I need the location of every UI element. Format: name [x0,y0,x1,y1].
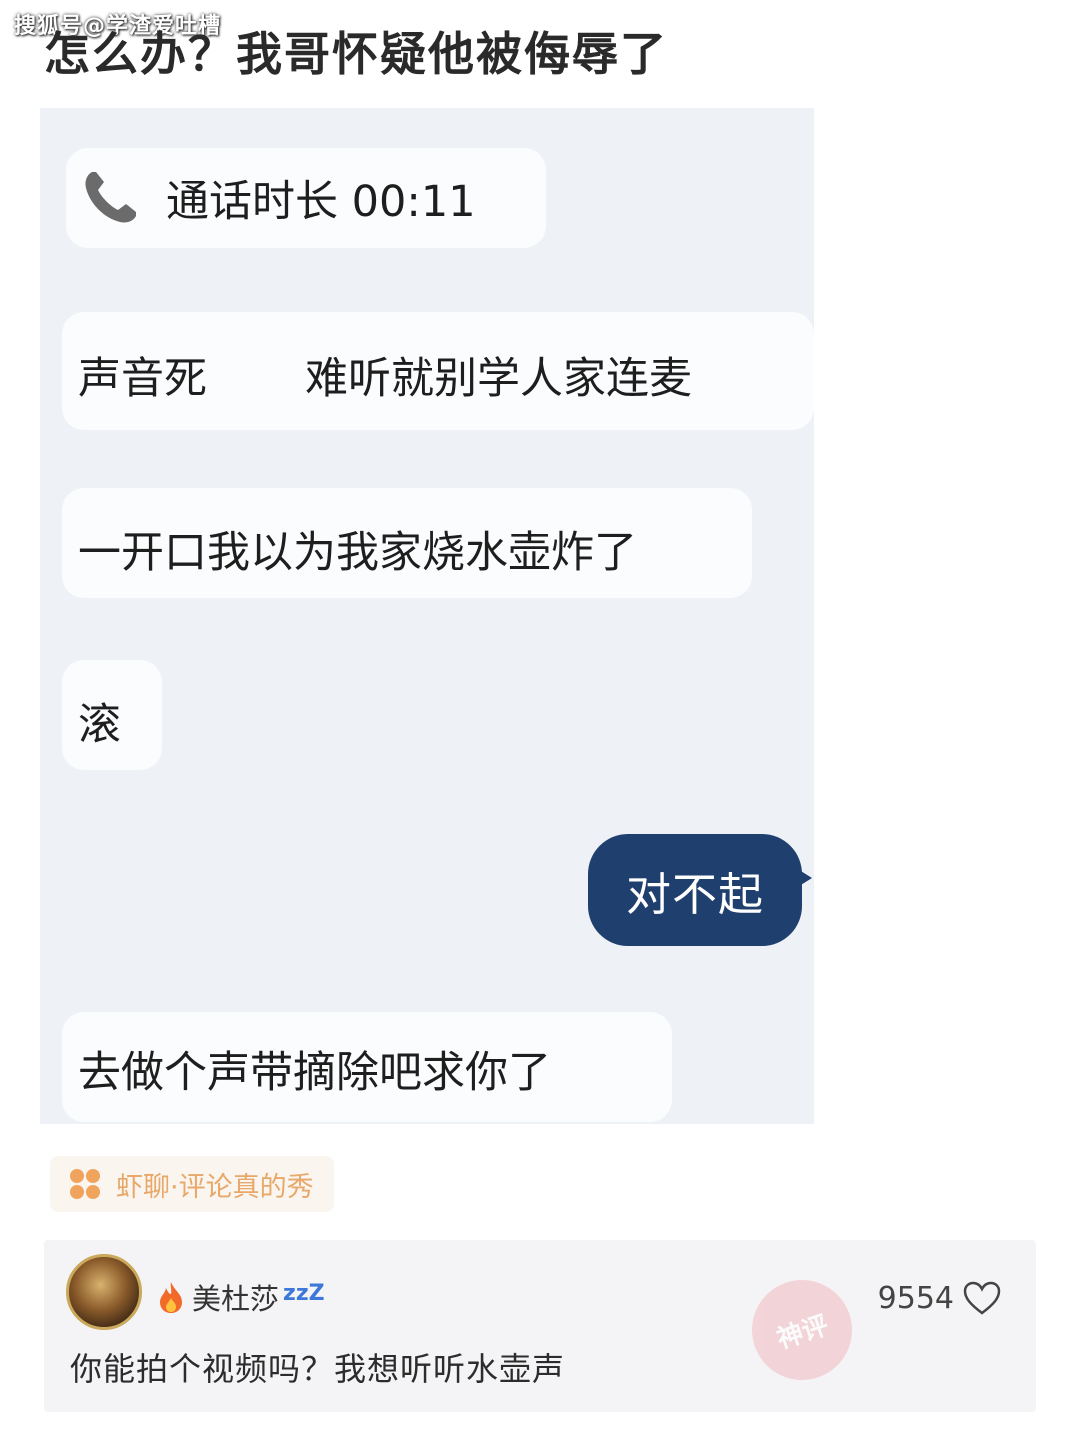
featured-comment-stamp: 神评 [738,1266,866,1394]
censor-block [207,361,305,402]
like-counter[interactable]: 9554 [878,1280,1002,1316]
heart-icon[interactable] [962,1280,1002,1316]
comment-card: 美杜莎 zzZ 神评 9554 你能拍个视频吗？我想听听水壶声 [44,1240,1036,1412]
username: 美杜莎 [192,1282,280,1316]
call-record-bubble[interactable]: 通话时长 00:11 [66,148,546,248]
sleep-badge: zzZ [283,1280,325,1306]
post-title: 怎么办？我哥怀疑他被侮辱了 [44,27,668,81]
phone-icon [85,172,136,223]
comment-text: 你能拍个视频吗？我想听听水壶声 [70,1350,566,1388]
chat-screenshot: 通话时长 00:11 声音死 难听就别学人家连麦 一开口我以为我家烧水壶炸了 滚 … [40,108,814,1124]
message-text: 滚 [78,700,121,750]
message-bubble[interactable]: 滚 [62,660,162,770]
reply-bubble[interactable]: 对不起 [588,834,812,946]
fire-icon [160,1282,182,1313]
like-count: 9554 [877,1280,954,1316]
message-bubble[interactable]: 去做个声带摘除吧求你了 [62,1012,672,1122]
message-text: 一开口我以为我家烧水壶炸了 [78,528,637,578]
message-bubble[interactable]: 一开口我以为我家烧水壶炸了 [62,488,752,598]
message-text: 去做个声带摘除吧求你了 [78,1048,551,1098]
message-text-start: 声音死 [78,354,207,404]
source-tag[interactable]: 虾聊·评论真的秀 [50,1156,334,1212]
message-bubble[interactable]: 声音死 难听就别学人家连麦 [62,312,814,430]
app-logo-icon [70,1169,100,1199]
avatar[interactable] [66,1254,142,1330]
reply-text: 对不起 [625,867,764,921]
page: 搜狐号@学渣爱吐槽 怎么办？我哥怀疑他被侮辱了 通话时长 00:11 声音死 难听… [0,0,1080,1442]
source-tag-label: 虾聊·评论真的秀 [116,1171,314,1203]
message-text-end: 难听就别学人家连麦 [305,354,692,404]
call-duration-text: 通话时长 00:11 [166,177,476,227]
username-row[interactable]: 美杜莎 zzZ [156,1276,325,1318]
